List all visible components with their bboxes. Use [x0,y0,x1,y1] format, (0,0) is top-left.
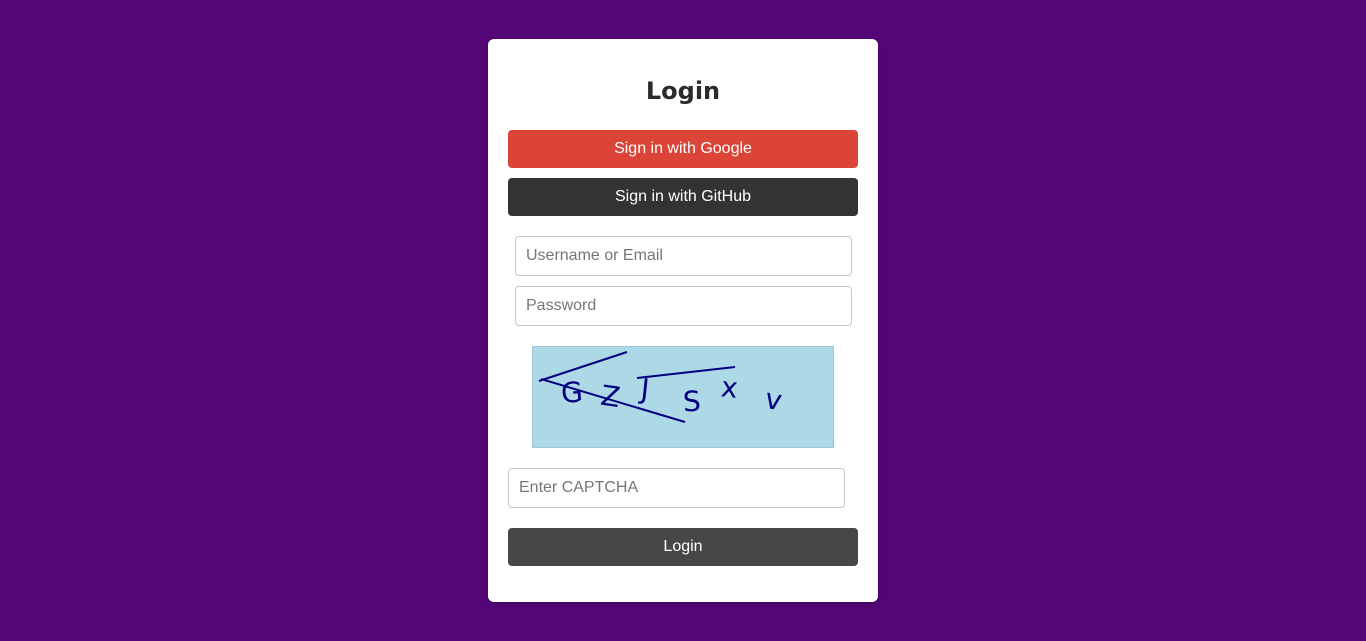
captcha-char: v [763,382,785,417]
captcha-image: G Z J S x v [532,346,834,448]
captcha-char: x [719,370,739,405]
password-input[interactable] [515,286,852,326]
github-signin-button[interactable]: Sign in with GitHub [508,178,858,216]
captcha-char: S [682,385,701,419]
username-email-input[interactable] [515,236,852,276]
captcha-canvas: G Z J S x v [538,351,785,423]
captcha-noise-line [538,351,628,382]
login-button[interactable]: Login [508,528,858,566]
login-title: Login [645,77,721,105]
captcha-char: G [560,375,584,409]
captcha-input[interactable] [508,468,845,508]
captcha-char: Z [599,379,623,414]
google-signin-button[interactable]: Sign in with Google [508,130,858,168]
captcha-noise-line [636,366,736,379]
login-card: Login Sign in with Google Sign in with G… [488,39,878,602]
